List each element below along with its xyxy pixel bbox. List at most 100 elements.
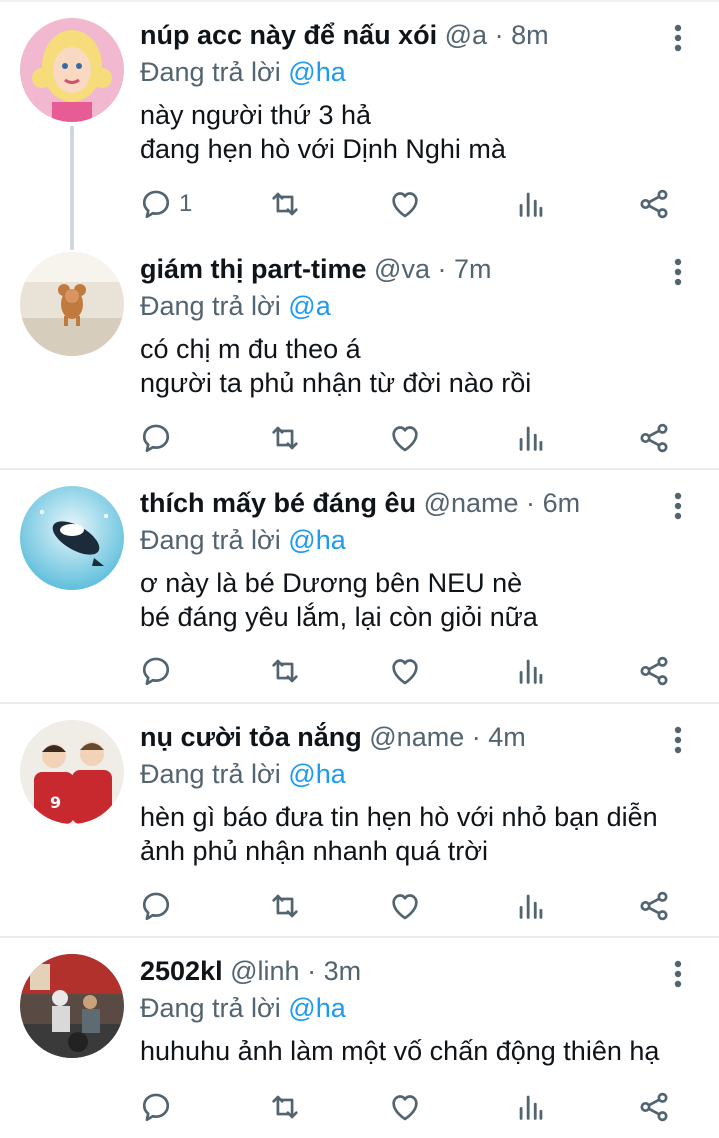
tweet-divider <box>0 702 719 704</box>
views-button[interactable] <box>514 886 548 926</box>
views-button[interactable] <box>514 184 548 224</box>
display-name[interactable]: núp acc này để nấu xói <box>140 20 437 50</box>
timestamp[interactable]: 3m <box>324 956 362 986</box>
more-icon[interactable] <box>666 725 690 755</box>
reply-icon <box>142 424 170 453</box>
reply-button[interactable]: 1 <box>139 184 192 224</box>
handle[interactable]: @name <box>424 488 519 518</box>
action-bar <box>0 418 719 458</box>
tweet-text-line: ảnh phủ nhận nhanh quá trời <box>140 836 488 866</box>
reply-icon <box>142 892 170 921</box>
views-button[interactable] <box>514 1087 548 1127</box>
replying-label: Đang trả lời <box>140 993 281 1023</box>
reply-button[interactable] <box>139 886 173 926</box>
more-icon[interactable] <box>666 959 690 989</box>
reply-button[interactable] <box>139 418 173 458</box>
top-divider <box>0 0 719 2</box>
reply-count: 1 <box>179 190 193 217</box>
handle[interactable]: @linh <box>230 956 299 986</box>
tweet-text: này người thứ 3 hả đang hẹn hò với Dịnh … <box>140 98 506 166</box>
handle[interactable]: @name <box>369 722 464 752</box>
retweet-icon <box>272 1095 298 1119</box>
retweet-button[interactable] <box>268 651 302 691</box>
display-name[interactable]: nụ cười tỏa nắng <box>140 722 362 752</box>
views-button[interactable] <box>514 651 548 691</box>
like-icon <box>392 426 418 452</box>
tweet-text-line: người ta phủ nhận từ đời nào rồi <box>140 368 532 398</box>
reply-icon <box>142 1093 170 1122</box>
retweet-icon <box>272 192 298 216</box>
like-button[interactable] <box>388 184 422 224</box>
retweet-icon <box>272 894 298 918</box>
share-icon <box>640 189 668 219</box>
action-bar <box>0 1087 719 1127</box>
tweet-text: có chị m đu theo á người ta phủ nhận từ … <box>140 332 531 400</box>
views-icon <box>519 426 543 451</box>
reply-button[interactable] <box>139 651 173 691</box>
replying-label: Đang trả lời <box>140 525 281 555</box>
street-avatar[interactable] <box>20 954 124 1058</box>
more-icon[interactable] <box>666 257 690 287</box>
replying-label: Đang trả lời <box>140 57 281 87</box>
tweet-text-line: đang hẹn hò với Dịnh Nghi mà <box>140 134 506 164</box>
tweet-text-line: bé đáng yêu lắm, lại còn giỏi nữa <box>140 602 538 632</box>
separator-dot: · <box>471 722 481 752</box>
display-name[interactable]: 2502kl <box>140 956 223 986</box>
reply-button[interactable] <box>139 1087 173 1127</box>
separator-dot: · <box>437 254 447 284</box>
timestamp[interactable]: 6m <box>543 488 581 518</box>
like-icon <box>392 894 418 920</box>
mention-link[interactable]: @ha <box>288 993 345 1023</box>
doll-avatar[interactable] <box>20 18 124 122</box>
share-button[interactable] <box>637 651 671 691</box>
like-icon <box>392 659 418 685</box>
action-bar: 1 <box>0 184 719 224</box>
share-button[interactable] <box>637 184 671 224</box>
like-button[interactable] <box>388 886 422 926</box>
more-icon[interactable] <box>666 491 690 521</box>
whale-avatar[interactable] <box>20 486 124 590</box>
svg-text:9: 9 <box>50 793 61 812</box>
timestamp[interactable]: 4m <box>488 722 526 752</box>
retweet-button[interactable] <box>268 418 302 458</box>
replying-label: Đang trả lời <box>140 291 281 321</box>
like-button[interactable] <box>388 418 422 458</box>
handle[interactable]: @a <box>445 20 487 50</box>
views-icon <box>519 192 543 217</box>
share-icon <box>640 423 668 453</box>
share-button[interactable] <box>637 418 671 458</box>
players-avatar[interactable]: 9 <box>20 720 124 824</box>
separator-dot: · <box>307 956 317 986</box>
share-button[interactable] <box>637 1087 671 1127</box>
mention-link[interactable]: @ha <box>288 57 345 87</box>
mouse-avatar[interactable] <box>20 252 124 356</box>
replying-to: Đang trả lời @ha <box>140 991 346 1025</box>
mention-link[interactable]: @a <box>288 291 330 321</box>
retweet-button[interactable] <box>268 1087 302 1127</box>
mention-link[interactable]: @ha <box>288 525 345 555</box>
separator-dot: · <box>526 488 536 518</box>
retweet-button[interactable] <box>268 886 302 926</box>
views-button[interactable] <box>514 418 548 458</box>
tweet-text: hèn gì báo đưa tin hẹn hò với nhỏ bạn di… <box>140 800 658 868</box>
tweet-divider <box>0 936 719 938</box>
retweet-icon <box>272 659 298 683</box>
share-button[interactable] <box>637 886 671 926</box>
retweet-button[interactable] <box>268 184 302 224</box>
handle[interactable]: @va <box>374 254 430 284</box>
like-button[interactable] <box>388 651 422 691</box>
timestamp[interactable]: 7m <box>454 254 492 284</box>
display-name[interactable]: giám thị part-time <box>140 254 367 284</box>
timestamp[interactable]: 8m <box>511 20 549 50</box>
mention-link[interactable]: @ha <box>288 759 345 789</box>
share-icon <box>640 1092 668 1122</box>
more-icon[interactable] <box>666 23 690 53</box>
tweet-text-line: có chị m đu theo á <box>140 334 361 364</box>
like-icon <box>392 192 418 218</box>
like-button[interactable] <box>388 1087 422 1127</box>
display-name[interactable]: thích mấy bé đáng êu <box>140 488 416 518</box>
tweet-text: ơ này là bé Dương bên NEU nè bé đáng yêu… <box>140 566 538 634</box>
tweet-text-line: này người thứ 3 hả <box>140 100 371 130</box>
share-icon <box>640 656 668 686</box>
views-icon <box>519 1095 543 1120</box>
